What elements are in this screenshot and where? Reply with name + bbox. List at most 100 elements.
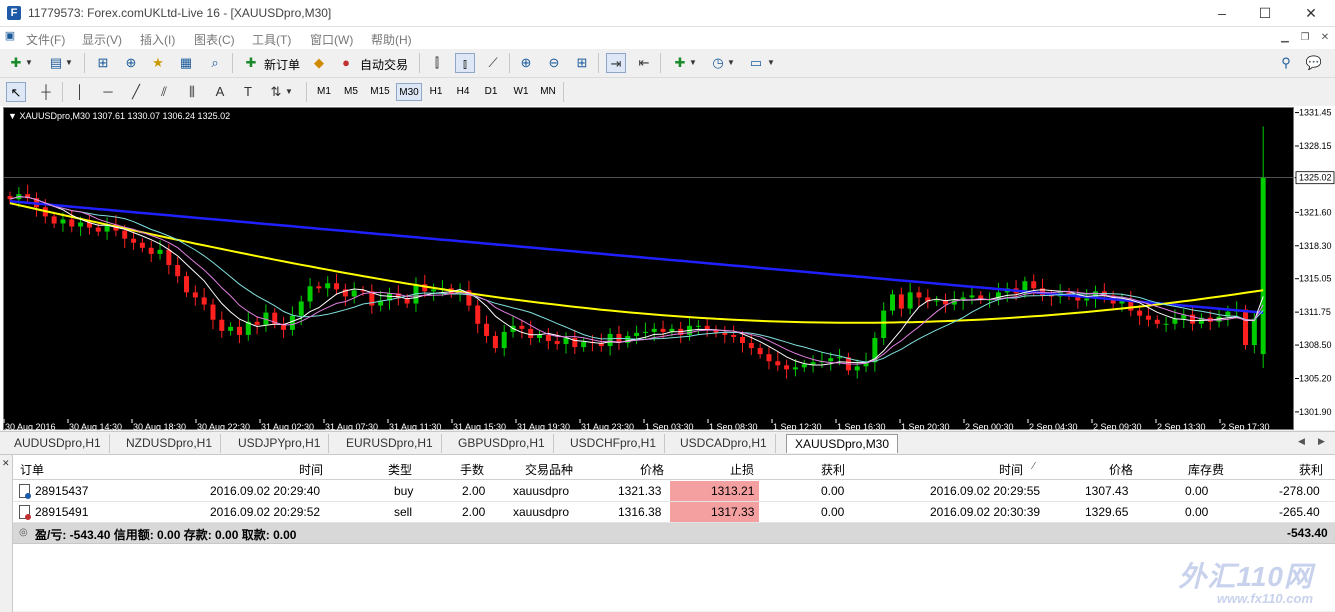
mdi-restore-button[interactable]: ❐ — [1298, 32, 1312, 44]
metaeditor-icon[interactable]: ◆ — [309, 53, 329, 73]
chat-icon[interactable]: 💬 — [1304, 53, 1324, 73]
col-close-time[interactable]: 时间 — [999, 461, 1023, 478]
zoom-in-icon[interactable]: ⊕ — [516, 53, 536, 73]
zoom-out-icon[interactable]: ⊖ — [544, 53, 564, 73]
tab-audusdpro-h1[interactable]: AUDUSDpro,H1 — [6, 434, 110, 453]
dropdown-arrow-icon[interactable]: ▼ — [284, 82, 294, 102]
new-chart-icon[interactable]: ✚ — [6, 53, 26, 73]
indicators-icon[interactable]: ✚ — [670, 53, 690, 73]
cursor-icon[interactable]: ↖ — [6, 82, 26, 102]
menu-chart[interactable]: 图表(C) — [194, 31, 235, 48]
line-chart-icon[interactable]: ⟋ — [483, 53, 503, 73]
market-watch-icon[interactable]: ⊞ — [93, 53, 113, 73]
tab-scroll-right-icon[interactable]: ▶ — [1318, 436, 1325, 447]
timeframe-w1[interactable]: W1 — [509, 83, 533, 101]
col-order[interactable]: 订单 — [20, 461, 44, 478]
tab-usdcadpro-h1[interactable]: USDCADpro,H1 — [672, 434, 776, 453]
tab-scroll-left-icon[interactable]: ◀ — [1298, 436, 1305, 447]
chart-collapse-icon[interactable]: ▼ — [8, 111, 17, 121]
candle-body — [775, 361, 781, 366]
timeframe-mn[interactable]: MN — [536, 83, 560, 101]
menu-file[interactable]: 文件(F) — [26, 31, 65, 48]
menu-tools[interactable]: 工具(T) — [252, 31, 291, 48]
mdi-minimize-button[interactable]: ▁ — [1278, 32, 1292, 44]
terminal-close-icon[interactable]: ✕ — [2, 458, 10, 469]
candle-body — [898, 294, 904, 309]
candlestick-icon[interactable]: ⫾ — [455, 53, 475, 73]
menu-help[interactable]: 帮助(H) — [371, 31, 412, 48]
new-order-button[interactable]: 新订单 — [264, 56, 300, 73]
candle-body — [572, 337, 578, 348]
timeframe-m15[interactable]: M15 — [366, 83, 394, 101]
tab-usdjpypro-h1[interactable]: USDJPYpro,H1 — [230, 434, 330, 453]
crosshair-icon[interactable]: ┼ — [36, 82, 56, 102]
mdi-close-button[interactable]: ✕ — [1318, 32, 1332, 44]
maximize-button[interactable]: ☐ — [1250, 3, 1280, 23]
watermark-logo: 外汇110网 — [1178, 561, 1313, 592]
terminal-sidebar[interactable]: ✕ — [0, 455, 13, 612]
vertical-line-icon[interactable]: │ — [70, 82, 90, 102]
arrows-icon[interactable]: ⇅ — [266, 82, 286, 102]
auto-trading-button[interactable]: 自动交易 — [360, 56, 408, 73]
bar-chart-icon[interactable]: ⫿ — [427, 53, 447, 73]
candle-body — [192, 292, 198, 298]
col-symbol[interactable]: 交易品种 — [525, 461, 573, 478]
timeframe-m1[interactable]: M1 — [313, 83, 335, 101]
col-swap[interactable]: 库存费 — [1188, 461, 1224, 478]
trendline-icon[interactable]: ╱ — [126, 82, 146, 102]
summary-total: -543.40 — [1287, 526, 1328, 540]
auto-trading-icon[interactable]: ● — [336, 53, 356, 73]
price-chart[interactable]: 1331.45 1328.15 1325.02 1321.60 1318.30 1315.… — [0, 106, 1335, 430]
tab-usdchfpro-h1[interactable]: USDCHFpro,H1 — [562, 434, 666, 453]
timeframe-m30[interactable]: M30 — [396, 83, 422, 101]
text-icon[interactable]: A — [210, 82, 230, 102]
trade-row[interactable]: 28915437 2016.09.02 20:29:40 buy 2.00 xa… — [13, 481, 1335, 502]
dropdown-arrow-icon[interactable]: ▼ — [766, 53, 776, 73]
menu-view[interactable]: 显示(V) — [82, 31, 122, 48]
timeframe-h1[interactable]: H1 — [425, 83, 447, 101]
col-close-price[interactable]: 价格 — [1109, 461, 1133, 478]
profiles-icon[interactable]: ▤ — [46, 53, 66, 73]
navigator-icon[interactable]: ★ — [148, 53, 168, 73]
dropdown-arrow-icon[interactable]: ▼ — [24, 53, 34, 73]
tab-gbpusdpro-h1[interactable]: GBPUSDpro,H1 — [450, 434, 554, 453]
strategy-tester-icon[interactable]: ⌕ — [205, 53, 225, 73]
dropdown-arrow-icon[interactable]: ▼ — [64, 53, 74, 73]
horizontal-line-icon[interactable]: ─ — [98, 82, 118, 102]
tab-nzdusdpro-h1[interactable]: NZDUSDpro,H1 — [118, 434, 222, 453]
terminal-icon[interactable]: ▦ — [176, 53, 196, 73]
col-stop-loss[interactable]: 止损 — [730, 461, 754, 478]
col-lots[interactable]: 手数 — [460, 461, 484, 478]
fibonacci-icon[interactable]: ⫼ — [182, 82, 202, 102]
tab-eurusdpro-h1[interactable]: EURUSDpro,H1 — [338, 434, 442, 453]
search-icon[interactable]: ⚲ — [1276, 53, 1296, 73]
close-button[interactable]: ✕ — [1296, 3, 1326, 23]
text-label-icon[interactable]: T — [238, 82, 258, 102]
col-take-profit[interactable]: 获利 — [821, 461, 845, 478]
dropdown-arrow-icon[interactable]: ▼ — [726, 53, 736, 73]
chart-shift-icon[interactable]: ⇤ — [634, 53, 654, 73]
auto-scroll-icon[interactable]: ⇥ — [606, 53, 626, 73]
col-type[interactable]: 类型 — [388, 461, 412, 478]
data-window-icon[interactable]: ⊕ — [121, 53, 141, 73]
periods-clock-icon[interactable]: ◷ — [708, 53, 728, 73]
timeframe-m5[interactable]: M5 — [340, 83, 362, 101]
menu-insert[interactable]: 插入(I) — [140, 31, 175, 48]
price-tick-label: 1315.05 — [1299, 274, 1332, 284]
col-open-time[interactable]: 时间 — [299, 461, 323, 478]
candle-body — [1031, 281, 1037, 289]
dropdown-arrow-icon[interactable]: ▼ — [688, 53, 698, 73]
tab-xauusdpro-m30[interactable]: XAUUSDpro,M30 — [786, 434, 899, 453]
tile-windows-icon[interactable]: ⊞ — [572, 53, 592, 73]
new-order-icon[interactable]: ✚ — [241, 53, 261, 73]
equidistant-channel-icon[interactable]: ⫽ — [154, 82, 174, 102]
templates-icon[interactable]: ▭ — [746, 53, 766, 73]
timeframe-d1[interactable]: D1 — [480, 83, 502, 101]
close-price: 1307.43 — [1085, 484, 1129, 498]
timeframe-h4[interactable]: H4 — [452, 83, 474, 101]
minimize-button[interactable]: – — [1207, 3, 1237, 23]
col-open-price[interactable]: 价格 — [640, 461, 664, 478]
col-profit[interactable]: 获利 — [1299, 461, 1323, 478]
menu-window[interactable]: 窗口(W) — [310, 31, 353, 48]
trade-row[interactable]: 28915491 2016.09.02 20:29:52 sell 2.00 x… — [13, 502, 1335, 523]
